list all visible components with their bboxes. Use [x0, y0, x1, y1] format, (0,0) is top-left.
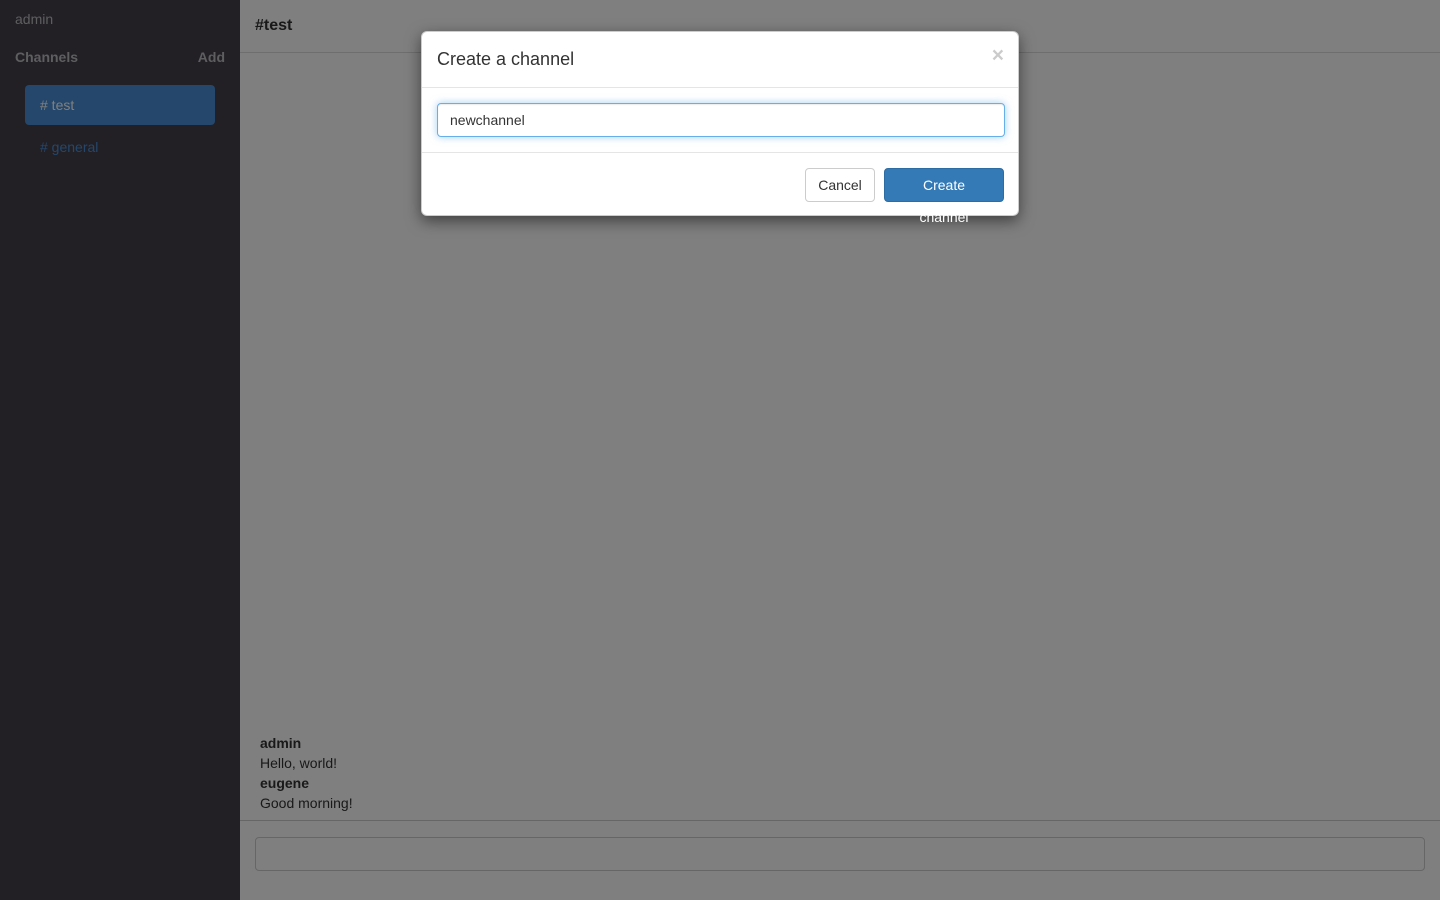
create-channel-button[interactable]: Create channel [884, 168, 1004, 225]
chat-app: admin Channels Add # test # general #tes… [0, 0, 1440, 900]
channel-name-input[interactable] [437, 103, 1005, 137]
modal-footer: Cancel Create channel [422, 152, 1018, 225]
close-icon[interactable]: × [992, 45, 1004, 66]
modal-header: Create a channel × [422, 32, 1018, 88]
cancel-button[interactable]: Cancel [805, 168, 875, 202]
modal-body [422, 88, 1018, 153]
modal-title: Create a channel [437, 49, 575, 69]
create-channel-modal: Create a channel × Cancel Create channel [421, 31, 1019, 225]
